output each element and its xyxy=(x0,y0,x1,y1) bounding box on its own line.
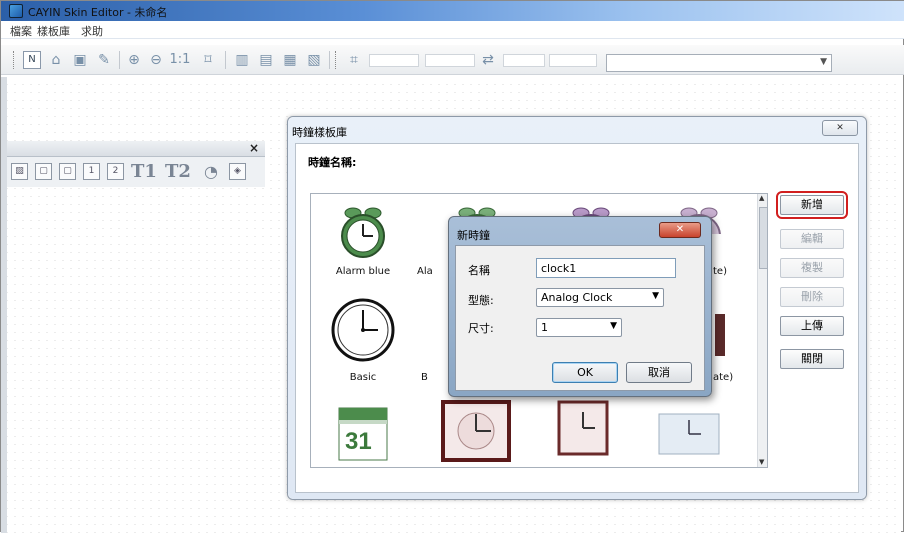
open-icon[interactable]: ⌂ xyxy=(47,51,65,69)
new-clock-dialog: 新時鐘 ✕ 名稱 clock1 型態: Analog Clock ▼ 尺寸: 1… xyxy=(448,216,712,397)
delete-button[interactable]: 刪除 xyxy=(780,287,844,307)
align-right-icon[interactable]: ▧ xyxy=(305,51,323,69)
toolbar-grip[interactable] xyxy=(335,51,338,69)
clock-item-name: Alarm blue xyxy=(335,266,391,277)
close-library-button[interactable]: 關閉 xyxy=(780,349,844,369)
x-field[interactable] xyxy=(503,54,545,67)
clock-item-name: te) xyxy=(713,266,727,277)
menu-bar: 檔案 樣板庫 求助 xyxy=(1,21,904,39)
square-brown-clock-icon xyxy=(557,400,609,456)
tool-panel-header[interactable]: × xyxy=(7,141,265,157)
square-wood-clock-icon xyxy=(441,400,511,462)
toolbar-separator xyxy=(225,51,226,69)
menu-file[interactable]: 檔案 xyxy=(10,23,32,39)
edit-button[interactable]: 編輯 xyxy=(780,229,844,249)
toolbar-grip[interactable] xyxy=(13,51,16,69)
dark-clock-icon xyxy=(715,314,725,356)
align-top-icon[interactable]: ▥ xyxy=(233,51,251,69)
scroll-up-icon[interactable]: ▲ xyxy=(759,194,764,202)
clock-item-name: ate) xyxy=(713,372,734,383)
layer-tool-icon[interactable]: ▢ xyxy=(35,163,52,180)
zoom-out-icon[interactable]: ⊖ xyxy=(147,51,165,69)
align-left-icon[interactable]: ▦ xyxy=(281,51,299,69)
alarm-clock-blue-icon xyxy=(341,207,385,258)
chevron-down-icon: ▼ xyxy=(610,321,617,331)
name-label: 名稱 xyxy=(468,264,490,277)
basic-clock-icon xyxy=(331,298,395,362)
clock-name-input[interactable]: clock1 xyxy=(536,258,676,278)
toolbar-dropdown[interactable]: ▼ xyxy=(606,54,832,72)
flash-tool-icon[interactable]: ◈ xyxy=(229,163,246,180)
clock-tool-icon[interactable]: ◔ xyxy=(201,163,221,180)
chevron-down-icon: ▼ xyxy=(820,57,827,67)
pencil-icon[interactable]: ✎ xyxy=(95,51,113,69)
dialog-title: 時鐘樣板庫 xyxy=(292,126,347,139)
actual-size-icon[interactable]: 1:1 xyxy=(167,51,193,69)
menu-templates[interactable]: 樣板庫 xyxy=(37,23,70,39)
image-tool-icon[interactable]: ▨ xyxy=(11,163,28,180)
type-label: 型態: xyxy=(468,294,494,307)
position-icon[interactable]: ⇄ xyxy=(479,51,497,69)
editor-window: CAYIN Skin Editor - 未命名 檔案 樣板庫 求助 N ⌂ ▣ … xyxy=(0,0,904,533)
menu-help[interactable]: 求助 xyxy=(81,23,103,39)
fit-window-icon[interactable]: ⌑ xyxy=(199,51,217,69)
size-label: 尺寸: xyxy=(468,322,494,335)
layer-tool-icon[interactable]: ▢ xyxy=(59,163,76,180)
layer-1-icon[interactable]: 1 xyxy=(83,163,100,180)
text-tool-2-icon[interactable]: T2 xyxy=(165,163,191,181)
zoom-in-icon[interactable]: ⊕ xyxy=(125,51,143,69)
toolbar-separator xyxy=(119,51,120,69)
close-button[interactable]: ✕ xyxy=(822,120,858,136)
cancel-button[interactable]: 取消 xyxy=(626,362,692,383)
window-title: CAYIN Skin Editor - 未命名 xyxy=(28,6,168,19)
width-field[interactable] xyxy=(369,54,419,67)
save-icon[interactable]: ▣ xyxy=(71,51,89,69)
template-list-scrollbar[interactable]: ▲ ▼ xyxy=(757,194,767,467)
toolbar-separator xyxy=(329,51,330,69)
align-bottom-icon[interactable]: ▤ xyxy=(257,51,275,69)
copy-button[interactable]: 複製 xyxy=(780,258,844,278)
clock-size-value: 1 xyxy=(541,321,548,334)
clock-item-name: Basic xyxy=(349,372,377,383)
app-icon xyxy=(9,4,23,18)
height-field[interactable] xyxy=(425,54,475,67)
close-icon[interactable]: × xyxy=(249,141,259,155)
clock-size-select[interactable]: 1 ▼ xyxy=(536,318,622,337)
new-icon[interactable]: N xyxy=(23,51,41,69)
clock-name-label: 時鐘名稱: xyxy=(308,156,357,169)
new-clock-form: 名稱 clock1 型態: Analog Clock ▼ 尺寸: 1 ▼ OK … xyxy=(455,245,705,391)
ok-button[interactable]: OK xyxy=(552,362,618,383)
clock-type-value: Analog Clock xyxy=(541,291,613,304)
dialog-title: 新時鐘 xyxy=(457,229,490,242)
title-bar: CAYIN Skin Editor - 未命名 xyxy=(1,1,904,21)
tool-panel-body: ▨ ▢ ▢ 1 2 T1 T2 ◔ ◈ xyxy=(7,157,265,187)
text-tool-1-icon[interactable]: T1 xyxy=(131,163,157,181)
silver-clock-icon xyxy=(658,413,720,455)
tool-panel: × ▨ ▢ ▢ 1 2 T1 T2 ◔ ◈ xyxy=(7,141,265,187)
scroll-down-icon[interactable]: ▼ xyxy=(759,458,764,466)
add-button[interactable]: 新增 xyxy=(776,191,848,219)
clock-type-select[interactable]: Analog Clock ▼ xyxy=(536,288,664,307)
clock-item-name: B xyxy=(421,372,428,383)
layer-2-icon[interactable]: 2 xyxy=(107,163,124,180)
calendar-day: 31 xyxy=(345,428,372,455)
size-icon[interactable]: ⌗ xyxy=(345,51,363,69)
scrollbar-thumb[interactable] xyxy=(759,207,767,269)
upload-button[interactable]: 上傳 xyxy=(780,316,844,336)
close-button[interactable]: ✕ xyxy=(659,222,701,238)
chevron-down-icon: ▼ xyxy=(652,291,659,301)
y-field[interactable] xyxy=(549,54,597,67)
